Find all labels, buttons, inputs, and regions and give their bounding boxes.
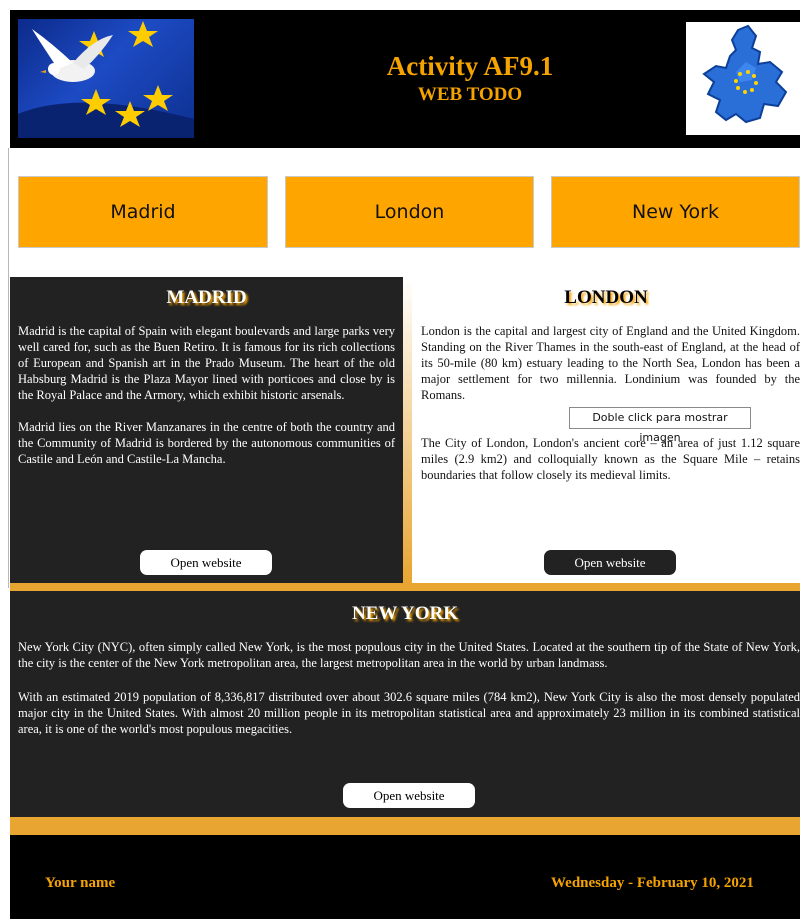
newyork-title: NEW YORK bbox=[351, 603, 459, 624]
london-paragraph-1: London is the capital and largest city o… bbox=[421, 324, 800, 402]
footer-date: Wednesday - February 10, 2021 bbox=[551, 875, 754, 891]
eu-map-icon bbox=[686, 22, 800, 135]
madrid-paragraph-2: Madrid lies on the River Manzanares in t… bbox=[18, 420, 395, 466]
madrid-open-website-button[interactable]: Open website bbox=[140, 550, 272, 575]
newyork-open-website-button[interactable]: Open website bbox=[343, 783, 475, 808]
newyork-paragraph-2: With an estimated 2019 population of 8,3… bbox=[18, 690, 800, 736]
nav-madrid-button[interactable]: Madrid bbox=[18, 176, 268, 248]
newyork-section: NEW YORK New York City (NYC), often simp… bbox=[10, 591, 800, 817]
madrid-title: MADRID bbox=[166, 287, 247, 308]
nav-london-button[interactable]: London bbox=[285, 176, 534, 248]
header: Activity AF9.1 WEB TODO bbox=[10, 10, 800, 148]
page-subtitle: WEB TODO bbox=[417, 84, 523, 105]
footer-name: Your name bbox=[45, 875, 116, 891]
left-border bbox=[8, 148, 9, 588]
madrid-section: MADRID Madrid is the capital of Spain wi… bbox=[10, 277, 403, 583]
eu-flag-dove-icon bbox=[18, 19, 194, 138]
london-title: LONDON bbox=[564, 287, 648, 308]
nav-newyork-button[interactable]: New York bbox=[551, 176, 800, 248]
madrid-paragraph-1: Madrid is the capital of Spain with eleg… bbox=[18, 324, 395, 402]
london-paragraph-2: The City of London, London's ancient cor… bbox=[421, 436, 800, 482]
divider-strip bbox=[403, 277, 412, 583]
footer: Your name Wednesday - February 10, 2021 bbox=[10, 835, 800, 919]
london-section: LONDON London is the capital and largest… bbox=[412, 277, 800, 583]
page-title: Activity AF9.1 bbox=[386, 51, 554, 81]
show-image-button[interactable]: Doble click para mostrar imagen bbox=[569, 407, 751, 444]
newyork-paragraph-1: New York City (NYC), often simply called… bbox=[18, 640, 800, 670]
london-open-website-button[interactable]: Open website bbox=[544, 550, 676, 575]
gold-band bbox=[10, 583, 800, 591]
gold-band-bottom bbox=[10, 817, 800, 835]
